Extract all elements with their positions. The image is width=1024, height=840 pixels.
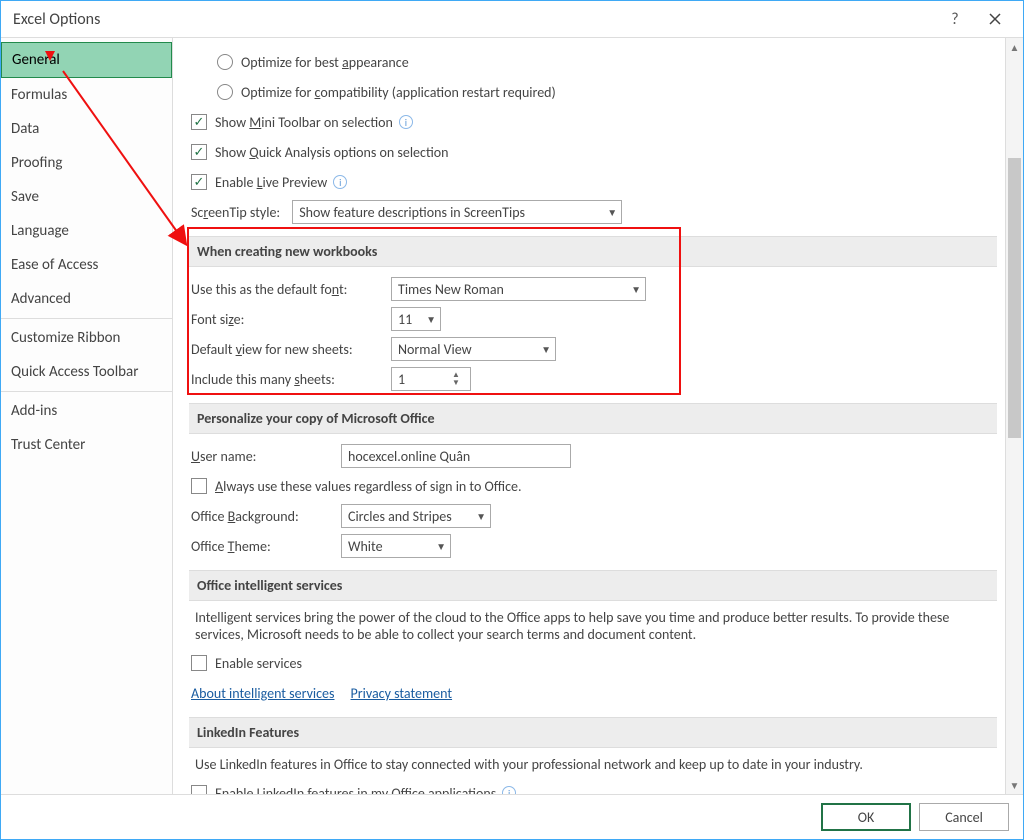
section-linkedin: LinkedIn Features xyxy=(189,717,997,748)
info-icon[interactable]: i xyxy=(502,786,516,794)
sidebar-item-trust-center[interactable]: Trust Center xyxy=(1,428,172,462)
checkbox-always-use-values-label: Always use these values regardless of si… xyxy=(215,478,522,495)
checkbox-enable-services[interactable] xyxy=(191,655,207,671)
checkbox-enable-services-label: Enable services xyxy=(215,655,302,672)
sidebar-item-quick-access-toolbar[interactable]: Quick Access Toolbar xyxy=(1,355,172,389)
section-personalize: Personalize your copy of Microsoft Offic… xyxy=(189,403,997,434)
sidebar-item-customize-ribbon[interactable]: Customize Ribbon xyxy=(1,321,172,355)
screentip-label: ScreenTip style: xyxy=(191,204,280,221)
sidebar-item-proofing[interactable]: Proofing xyxy=(1,146,172,180)
close-button[interactable] xyxy=(975,5,1015,33)
link-privacy-statement[interactable]: Privacy statement xyxy=(351,685,453,702)
radio-best-appearance-label: Optimize for best appearance xyxy=(241,54,409,71)
checkbox-always-use-values[interactable] xyxy=(191,478,207,494)
checkbox-enable-linkedin-label: Enable LinkedIn features in my Office ap… xyxy=(215,785,496,795)
scroll-up-icon[interactable]: ▲ xyxy=(1006,38,1023,56)
info-icon[interactable]: i xyxy=(333,175,347,189)
sidebar-item-general[interactable]: General xyxy=(1,42,172,78)
content-pane: Optimize for best appearance Optimize fo… xyxy=(173,38,1005,794)
office-theme-select[interactable]: White▼ xyxy=(341,534,451,558)
sidebar-item-data[interactable]: Data xyxy=(1,112,172,146)
section-new-workbooks: When creating new workbooks xyxy=(189,236,997,267)
section-intelligent-services: Office intelligent services xyxy=(189,570,997,601)
checkbox-enable-linkedin[interactable] xyxy=(191,785,207,794)
sidebar: GeneralFormulasDataProofingSaveLanguageE… xyxy=(1,38,173,794)
user-name-label: User name: xyxy=(191,448,341,465)
radio-best-appearance[interactable] xyxy=(217,54,233,70)
font-size-label: Font size: xyxy=(191,311,391,328)
default-view-label: Default view for new sheets: xyxy=(191,341,391,358)
sidebar-item-add-ins[interactable]: Add-ins xyxy=(1,394,172,428)
linkedin-description: Use LinkedIn features in Office to stay … xyxy=(191,756,997,773)
sidebar-item-formulas[interactable]: Formulas xyxy=(1,78,172,112)
screentip-style-select[interactable]: Show feature descriptions in ScreenTips▼ xyxy=(292,200,622,224)
dialog-title: Excel Options xyxy=(13,10,935,29)
titlebar: Excel Options ? xyxy=(1,1,1023,37)
sidebar-item-advanced[interactable]: Advanced xyxy=(1,282,172,316)
checkbox-live-preview[interactable]: ✓ xyxy=(191,174,207,190)
office-background-label: Office Background: xyxy=(191,508,341,525)
default-font-label: Use this as the default font: xyxy=(191,281,391,298)
checkbox-live-preview-label: Enable Live Preview xyxy=(215,174,327,191)
font-size-select[interactable]: 11▼ xyxy=(391,307,441,331)
checkbox-quick-analysis[interactable]: ✓ xyxy=(191,144,207,160)
radio-compatibility[interactable] xyxy=(217,84,233,100)
sidebar-item-ease-of-access[interactable]: Ease of Access xyxy=(1,248,172,282)
ok-button[interactable]: OK xyxy=(821,803,911,831)
link-about-intelligent-services[interactable]: About intelligent services xyxy=(191,685,335,702)
sidebar-item-language[interactable]: Language xyxy=(1,214,172,248)
checkbox-mini-toolbar[interactable]: ✓ xyxy=(191,114,207,130)
scroll-thumb[interactable] xyxy=(1008,158,1021,438)
default-view-select[interactable]: Normal View▼ xyxy=(391,337,556,361)
scrollbar[interactable]: ▲ ▼ xyxy=(1005,38,1023,794)
scroll-down-icon[interactable]: ▼ xyxy=(1006,776,1023,794)
intel-services-description: Intelligent services bring the power of … xyxy=(191,609,997,643)
office-background-select[interactable]: Circles and Stripes▼ xyxy=(341,504,491,528)
sheet-count-spinner[interactable]: 1▲▼ xyxy=(391,367,471,391)
help-button[interactable]: ? xyxy=(935,5,975,33)
info-icon[interactable]: i xyxy=(399,115,413,129)
checkbox-mini-toolbar-label: Show Mini Toolbar on selection xyxy=(215,114,393,131)
sidebar-item-save[interactable]: Save xyxy=(1,180,172,214)
default-font-select[interactable]: Times New Roman▼ xyxy=(391,277,646,301)
office-theme-label: Office Theme: xyxy=(191,538,341,555)
checkbox-quick-analysis-label: Show Quick Analysis options on selection xyxy=(215,144,448,161)
user-name-input[interactable]: hocexcel.online Quân xyxy=(341,444,571,468)
sheet-count-label: Include this many sheets: xyxy=(191,371,391,388)
cancel-button[interactable]: Cancel xyxy=(919,803,1009,831)
radio-compatibility-label: Optimize for compatibility (application … xyxy=(241,84,556,101)
